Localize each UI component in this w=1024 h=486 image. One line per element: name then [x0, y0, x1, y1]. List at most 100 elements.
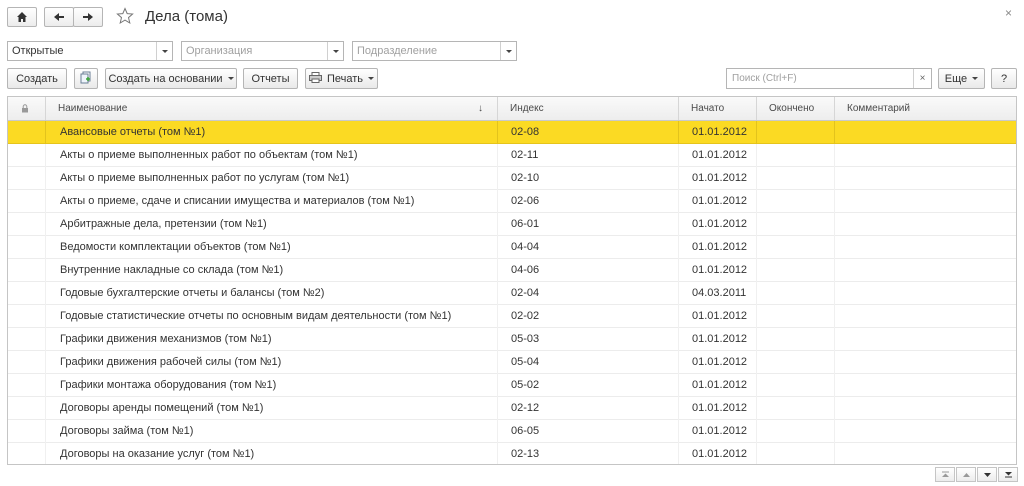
- column-separator: [497, 443, 498, 464]
- cell-end: [770, 259, 834, 281]
- cell-index: 06-05: [511, 425, 540, 437]
- lock-column-header[interactable]: [8, 97, 46, 120]
- cell-start: 01.01.2012: [692, 126, 748, 138]
- cell-comment: [848, 121, 1008, 143]
- column-separator: [45, 213, 46, 236]
- table-row[interactable]: Арбитражные дела, претензии (том №1) 06-0…: [8, 213, 1016, 236]
- column-separator: [678, 144, 679, 167]
- column-separator: [834, 190, 835, 213]
- column-separator: [45, 282, 46, 305]
- column-name-label: Наименование: [58, 103, 128, 114]
- table-row[interactable]: Авансовые отчеты (том №1) 02-08 01.01.2012: [8, 121, 1016, 144]
- cell-name: Авансовые отчеты (том №1): [60, 126, 206, 138]
- column-end[interactable]: Окончено: [757, 97, 835, 120]
- table-row[interactable]: Акты о приеме выполненных работ по объек…: [8, 144, 1016, 167]
- column-separator: [834, 121, 835, 144]
- create-based-on-button[interactable]: Создать на основании: [105, 68, 237, 89]
- column-separator: [45, 190, 46, 213]
- scroll-page-down-icon: [983, 469, 992, 481]
- cell-index: 02-06: [511, 195, 540, 207]
- copy-button[interactable]: [74, 68, 98, 89]
- column-separator: [834, 443, 835, 464]
- reports-button[interactable]: Отчеты: [243, 68, 298, 89]
- cell-index: 02-10: [511, 172, 540, 184]
- table-row[interactable]: Внутренние накладные со склада (том №1) 0…: [8, 259, 1016, 282]
- column-separator: [45, 351, 46, 374]
- home-button[interactable]: [7, 7, 37, 27]
- table-row[interactable]: Договоры аренды помещений (том №1) 02-12 0…: [8, 397, 1016, 420]
- column-separator: [678, 259, 679, 282]
- cell-start: 01.01.2012: [692, 264, 748, 276]
- column-separator: [678, 121, 679, 144]
- organization-filter-select[interactable]: Организация: [181, 41, 344, 61]
- star-icon[interactable]: [116, 7, 134, 25]
- cases-table: Наименование ↓ Индекс Начато Окончено Ко…: [7, 96, 1017, 465]
- print-button-label: Печать: [326, 72, 364, 85]
- more-button[interactable]: Еще: [938, 68, 985, 89]
- cell-name: Годовые статистические отчеты по основны…: [60, 310, 452, 322]
- create-based-on-label: Создать на основании: [108, 72, 223, 85]
- scroll-page-up-button[interactable]: [956, 467, 976, 482]
- scroll-bottom-button[interactable]: [998, 467, 1018, 482]
- table-row[interactable]: Акты о приеме выполненных работ по услуг…: [8, 167, 1016, 190]
- status-filter-select[interactable]: Открытые: [7, 41, 173, 61]
- clear-search-icon[interactable]: ×: [913, 69, 931, 88]
- back-button[interactable]: [44, 7, 74, 27]
- column-separator: [497, 213, 498, 236]
- cell-end: [770, 282, 834, 304]
- cell-index: 02-13: [511, 448, 540, 460]
- table-row[interactable]: Договоры займа (том №1) 06-05 01.01.2012: [8, 420, 1016, 443]
- column-name[interactable]: Наименование ↓: [46, 97, 498, 120]
- column-separator: [756, 121, 757, 144]
- scroll-top-button[interactable]: [935, 467, 955, 482]
- chevron-down-icon[interactable]: [156, 42, 172, 60]
- column-separator: [756, 167, 757, 190]
- column-start-label: Начато: [691, 103, 725, 114]
- search-input[interactable]: Поиск (Ctrl+F) ×: [726, 68, 932, 89]
- column-start[interactable]: Начато: [679, 97, 757, 120]
- department-filter-select[interactable]: Подразделение: [352, 41, 517, 61]
- column-separator: [756, 236, 757, 259]
- cell-end: [770, 305, 834, 327]
- scroll-page-down-button[interactable]: [977, 467, 997, 482]
- table-row[interactable]: Ведомости комплектации объектов (том №1)…: [8, 236, 1016, 259]
- table-row[interactable]: Графики движения рабочей силы (том №1) 05…: [8, 351, 1016, 374]
- table-row[interactable]: Годовые бухгалтерские отчеты и балансы (…: [8, 282, 1016, 305]
- table-row[interactable]: Графики монтажа оборудования (том №1) 05-…: [8, 374, 1016, 397]
- column-index[interactable]: Индекс: [498, 97, 679, 120]
- column-separator: [756, 190, 757, 213]
- chevron-down-icon[interactable]: [327, 42, 343, 60]
- cell-start: 01.01.2012: [692, 425, 748, 437]
- column-separator: [756, 351, 757, 374]
- help-button-label: ?: [1000, 72, 1008, 85]
- cell-comment: [848, 213, 1008, 235]
- column-separator: [497, 328, 498, 351]
- cell-comment: [848, 305, 1008, 327]
- column-separator: [45, 305, 46, 328]
- cell-start: 01.01.2012: [692, 379, 748, 391]
- column-separator: [497, 190, 498, 213]
- cell-name: Договоры аренды помещений (том №1): [60, 402, 264, 414]
- page-title: Дела (тома): [145, 8, 228, 25]
- cell-start: 01.01.2012: [692, 241, 748, 253]
- table-row[interactable]: Договоры на оказание услуг (том №1) 02-13…: [8, 443, 1016, 464]
- chevron-down-icon[interactable]: [500, 42, 516, 60]
- cell-end: [770, 351, 834, 373]
- table-row[interactable]: Акты о приеме, сдаче и списании имуществ…: [8, 190, 1016, 213]
- close-icon[interactable]: ×: [1005, 6, 1012, 20]
- scroll-bottom-icon: [1004, 469, 1013, 481]
- cell-index: 02-04: [511, 287, 540, 299]
- column-separator: [756, 420, 757, 443]
- column-separator: [834, 420, 835, 443]
- print-button[interactable]: Печать: [305, 68, 378, 89]
- column-separator: [45, 328, 46, 351]
- help-button[interactable]: ?: [991, 68, 1017, 89]
- table-row[interactable]: Годовые статистические отчеты по основны…: [8, 305, 1016, 328]
- create-button[interactable]: Создать: [7, 68, 67, 89]
- column-separator: [497, 374, 498, 397]
- column-comment[interactable]: Комментарий: [835, 97, 1016, 120]
- cell-start: 04.03.2011: [692, 287, 747, 299]
- forward-button[interactable]: [73, 7, 103, 27]
- table-row[interactable]: Графики движения механизмов (том №1) 05-0…: [8, 328, 1016, 351]
- cell-start: 01.01.2012: [692, 356, 748, 368]
